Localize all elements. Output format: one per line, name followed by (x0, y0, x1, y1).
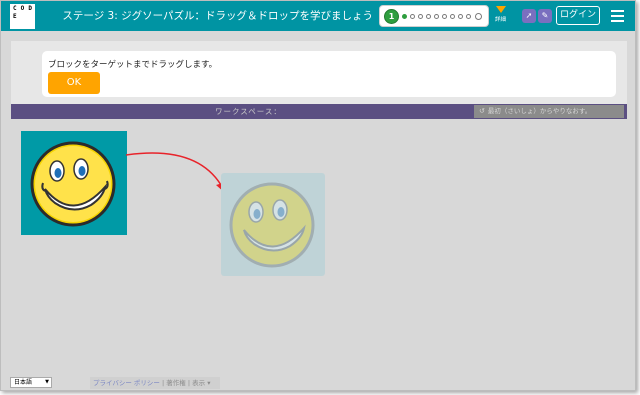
app-window: C O D E ステージ 3: ジグソーパズル：ドラッグ＆ドロップを学びましょう… (0, 0, 636, 391)
current-level-bubble[interactable]: 1 (384, 9, 399, 24)
reset-label: 最初（さいしょ）からやりなおす。 (487, 107, 592, 115)
logo-letter (11, 20, 19, 28)
instruction-text: ブロックをターゲットまでドラッグします。 (48, 60, 218, 70)
rocket-icon[interactable]: ➚ (522, 9, 536, 23)
chevron-down-icon: ▼ (45, 379, 49, 385)
instruction-dialog: ブロックをターゲットまでドラッグします。 OK (42, 51, 616, 97)
login-button[interactable]: ログイン (556, 6, 600, 25)
progress-dot[interactable] (410, 14, 415, 19)
logo-letter (26, 20, 34, 28)
pencil-icon[interactable]: ✎ (538, 9, 552, 23)
smiley-face-icon (30, 141, 116, 227)
progress-dot[interactable] (434, 14, 439, 19)
language-select[interactable]: 日本語 ▼ (10, 377, 52, 388)
more-link[interactable]: 表示 ▾ (192, 379, 210, 387)
smiley-face-icon (229, 182, 315, 268)
progress-dot[interactable] (475, 13, 482, 20)
menu-icon[interactable] (611, 10, 624, 25)
reset-button[interactable]: ↺ 最初（さいしょ）からやりなおす。 (474, 105, 624, 118)
footer-links: プライバシー ポリシー | 著作権 | 表示 ▾ (90, 377, 220, 389)
privacy-link[interactable]: プライバシー ポリシー (93, 379, 160, 387)
progress-dot[interactable] (426, 14, 431, 19)
logo-letter: O (20, 5, 25, 12)
level-progress: 1 (379, 5, 489, 27)
copyright-link[interactable]: 著作権 (166, 379, 186, 387)
level-details-label[interactable]: 詳細 (495, 15, 506, 23)
code-logo[interactable]: C O D E (10, 4, 35, 29)
logo-letter (26, 13, 34, 21)
workspace (11, 119, 627, 375)
logo-letter (19, 13, 27, 21)
page-title: ステージ 3: ジグソーパズル：ドラッグ＆ドロップを学びましょう (62, 10, 373, 22)
undo-icon: ↺ (479, 107, 485, 115)
caret-down-icon[interactable] (496, 6, 506, 13)
progress-dot[interactable] (466, 14, 471, 19)
progress-dot[interactable] (402, 14, 407, 19)
ok-button[interactable]: OK (48, 72, 100, 94)
drag-arrow-icon (126, 152, 226, 193)
progress-dot[interactable] (450, 14, 455, 19)
progress-dot[interactable] (442, 14, 447, 19)
logo-letter (19, 20, 27, 28)
logo-letter: E (13, 12, 17, 20)
logo-letter: D (28, 5, 32, 12)
drop-target[interactable] (221, 173, 325, 276)
header-bar: C O D E ステージ 3: ジグソーパズル：ドラッグ＆ドロップを学びましょう… (1, 1, 635, 31)
draggable-block[interactable] (21, 131, 127, 235)
workspace-header: ワークスペース： ↺ 最初（さいしょ）からやりなおす。 (11, 104, 627, 119)
footer: 日本語 ▼ プライバシー ポリシー | 著作権 | 表示 ▾ (1, 375, 635, 390)
language-value: 日本語 (14, 379, 33, 386)
progress-dot[interactable] (418, 14, 423, 19)
logo-letter: C (13, 5, 17, 12)
progress-dot[interactable] (458, 14, 463, 19)
workspace-label: ワークスペース： (215, 107, 282, 116)
